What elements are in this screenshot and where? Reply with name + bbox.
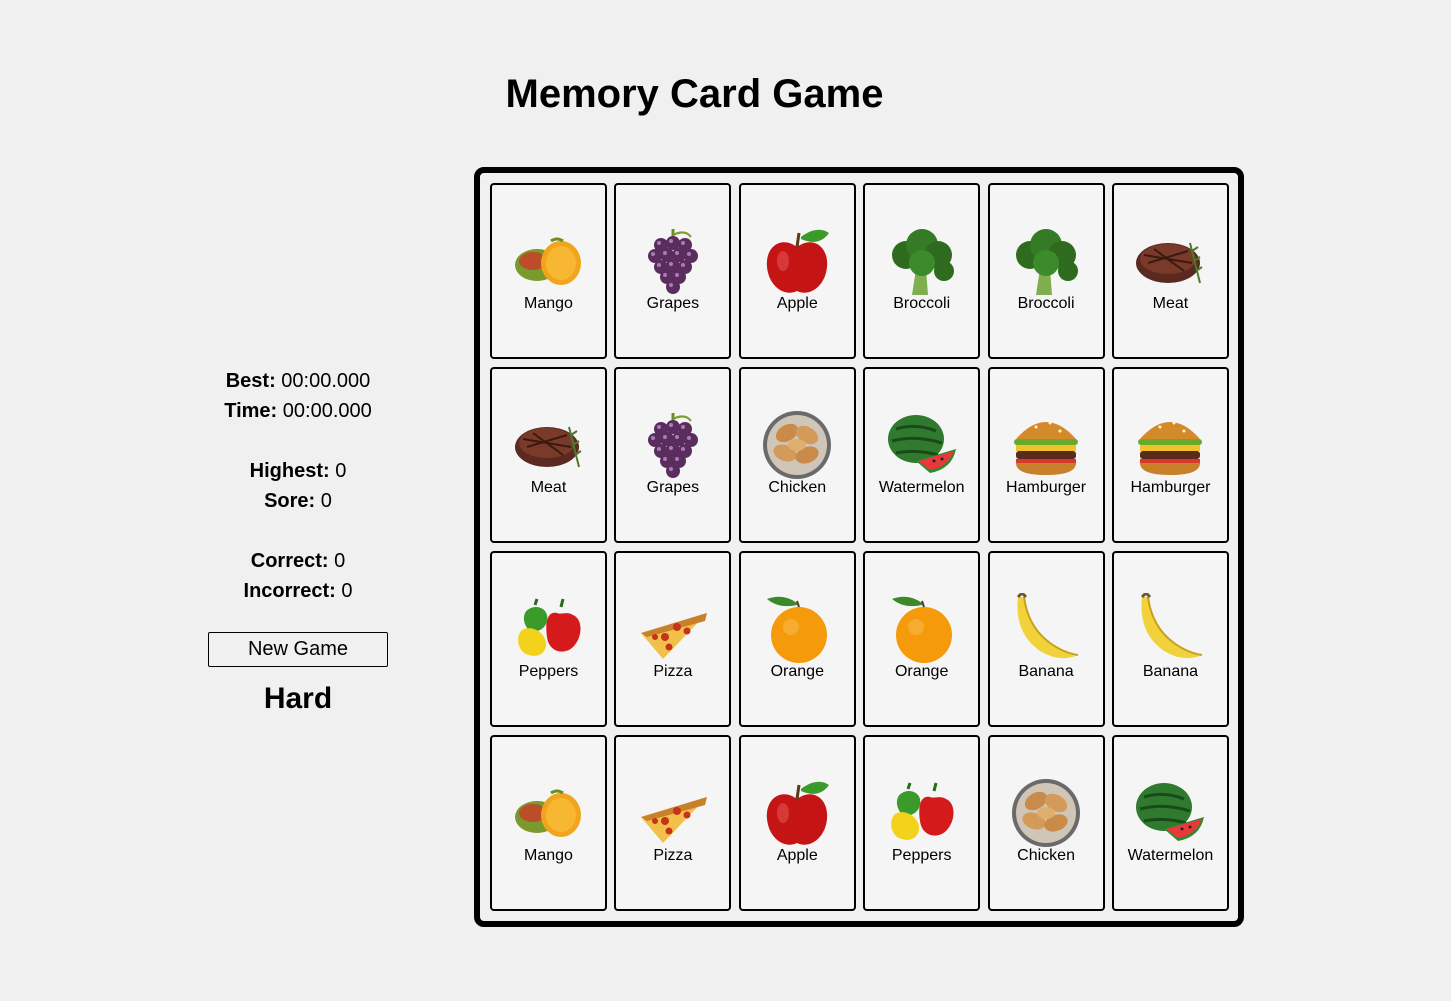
card-label: Grapes (646, 479, 700, 496)
best-label: Best: (225, 370, 276, 392)
card-label: Pizza (653, 847, 693, 864)
chicken-icon (761, 409, 833, 481)
card-label: Mango (524, 295, 573, 312)
peppers-icon (513, 593, 585, 665)
highest-value: 0 (335, 460, 347, 482)
orange-icon (761, 593, 833, 665)
card-orange[interactable]: Orange (863, 551, 981, 727)
card-hamburger[interactable]: Hamburger (987, 367, 1105, 543)
card-grid: Mango Grapes Apple Broccoli Broccoli Meat Meat… (490, 183, 1229, 911)
card-orange[interactable]: Orange (738, 551, 856, 727)
card-grapes[interactable]: Grapes (614, 367, 732, 543)
card-label: Banana (1142, 663, 1199, 680)
card-label: Chicken (1017, 847, 1075, 864)
card-meat[interactable]: Meat (1111, 183, 1229, 359)
broccoli-icon (1010, 225, 1082, 297)
card-label: Hamburger (1130, 479, 1211, 496)
apple-icon (761, 777, 833, 849)
card-label: Grapes (646, 295, 700, 312)
banana-icon (1134, 590, 1206, 665)
card-broccoli[interactable]: Broccoli (863, 183, 981, 359)
meat-icon (513, 409, 585, 481)
card-label: Orange (770, 663, 824, 680)
card-mango[interactable]: Mango (490, 183, 607, 359)
card-peppers[interactable]: Peppers (863, 735, 981, 911)
card-banana[interactable]: Banana (987, 551, 1105, 727)
card-label: Apple (776, 847, 818, 864)
card-pizza[interactable]: Pizza (614, 551, 732, 727)
card-meat[interactable]: Meat (490, 367, 607, 543)
current-time: Time: 00:00.000 (198, 396, 398, 426)
watermelon-icon (1134, 777, 1206, 849)
card-label: Pizza (653, 663, 693, 680)
highest-score: Highest: 0 (198, 456, 398, 486)
hamburger-icon (1010, 409, 1082, 481)
card-watermelon[interactable]: Watermelon (863, 367, 981, 543)
card-chicken[interactable]: Chicken (738, 367, 856, 543)
card-board: Mango Grapes Apple Broccoli Broccoli Meat Meat… (474, 167, 1244, 927)
incorrect-count: Incorrect: 0 (198, 576, 398, 606)
card-peppers[interactable]: Peppers (490, 551, 607, 727)
hamburger-icon (1134, 409, 1206, 481)
mango-icon (513, 777, 585, 849)
card-label: Mango (524, 847, 573, 864)
card-label: Chicken (768, 479, 827, 496)
time-value: 00:00.000 (282, 400, 372, 422)
card-label: Peppers (518, 663, 579, 680)
orange-icon (886, 593, 958, 665)
card-label: Meat (1152, 295, 1189, 312)
card-apple[interactable]: Apple (738, 183, 856, 359)
broccoli-icon (886, 225, 958, 297)
card-label: Watermelon (1127, 847, 1214, 864)
chicken-icon (1010, 777, 1082, 849)
incorrect-value: 0 (341, 580, 353, 602)
card-label: Broccoli (893, 295, 951, 312)
grapes-icon (637, 225, 709, 297)
time-label: Time: (224, 400, 278, 422)
card-apple[interactable]: Apple (738, 735, 856, 911)
best-time: Best: 00:00.000 (198, 366, 398, 396)
card-broccoli[interactable]: Broccoli (987, 183, 1105, 359)
card-label: Hamburger (1006, 479, 1087, 496)
peppers-icon (886, 777, 958, 849)
correct-label: Correct: (250, 550, 329, 572)
pizza-icon (637, 777, 709, 849)
difficulty-label: Hard (263, 682, 333, 715)
card-label: Meat (530, 479, 567, 496)
incorrect-label: Incorrect: (243, 580, 336, 602)
highest-label: Highest: (249, 460, 330, 482)
best-value: 00:00.000 (281, 370, 371, 392)
card-banana[interactable]: Banana (1111, 551, 1229, 727)
card-label: Banana (1018, 663, 1074, 680)
apple-icon (761, 225, 833, 297)
watermelon-icon (886, 409, 958, 481)
card-label: Peppers (891, 847, 952, 864)
pizza-icon (637, 593, 709, 665)
current-score: Sore: 0 (198, 486, 398, 516)
correct-count: Correct: 0 (198, 546, 398, 576)
banana-icon (1010, 590, 1082, 665)
page-title: Memory Card Game (505, 72, 884, 116)
correct-value: 0 (334, 550, 346, 572)
card-label: Watermelon (878, 479, 965, 496)
card-label: Broccoli (1017, 295, 1075, 312)
card-pizza[interactable]: Pizza (614, 735, 732, 911)
card-grapes[interactable]: Grapes (614, 183, 732, 359)
score-value: 0 (320, 490, 332, 512)
card-label: Orange (894, 663, 949, 680)
mango-icon (513, 225, 585, 297)
card-hamburger[interactable]: Hamburger (1111, 367, 1229, 543)
new-game-button[interactable]: New Game (208, 632, 388, 667)
card-watermelon[interactable]: Watermelon (1111, 735, 1229, 911)
card-label: Apple (776, 295, 818, 312)
card-mango[interactable]: Mango (490, 735, 607, 911)
meat-icon (1134, 225, 1206, 297)
grapes-icon (637, 409, 709, 481)
score-label: Sore: (264, 490, 316, 512)
stats-panel: Best: 00:00.000 Time: 00:00.000 Highest:… (198, 366, 398, 717)
card-chicken[interactable]: Chicken (987, 735, 1105, 911)
